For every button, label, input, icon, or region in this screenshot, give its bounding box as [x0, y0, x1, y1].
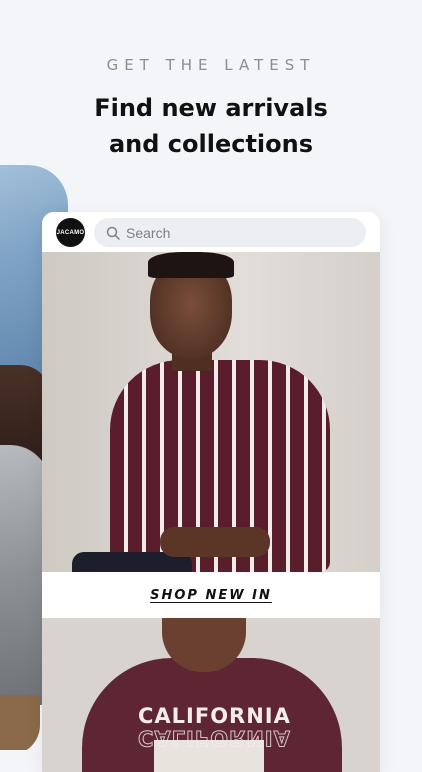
search-icon	[106, 226, 120, 240]
model-shoe	[0, 695, 40, 750]
tee-print-reflection: CALIFORNIA	[138, 726, 292, 751]
tee-print-text: CALIFORNIA	[138, 704, 291, 728]
search-bar[interactable]	[94, 218, 366, 247]
shop-new-in-bar: SHOP NEW IN	[42, 572, 380, 618]
search-input[interactable]	[126, 224, 346, 241]
brand-logo[interactable]: JACAMO	[56, 218, 85, 247]
hero-image-tee[interactable]: CALIFORNIA CALIFORNIA	[42, 618, 380, 772]
headline-line-1: Find new arrivals	[94, 94, 328, 122]
headline-line-2: and collections	[108, 130, 314, 158]
model-hands	[160, 527, 270, 557]
hero-image-new-in[interactable]	[42, 252, 380, 572]
shop-new-in-link[interactable]: SHOP NEW IN	[150, 588, 272, 603]
app-top-bar: JACAMO	[42, 212, 380, 252]
phone-screen: JACAMO SHOP NEW IN CALIFORNIA CALIFORNIA	[42, 212, 380, 772]
eyebrow-text: GET THE LATEST	[106, 56, 316, 74]
headline: Find new arrivals and collections	[0, 90, 422, 162]
model-hair	[148, 252, 234, 278]
